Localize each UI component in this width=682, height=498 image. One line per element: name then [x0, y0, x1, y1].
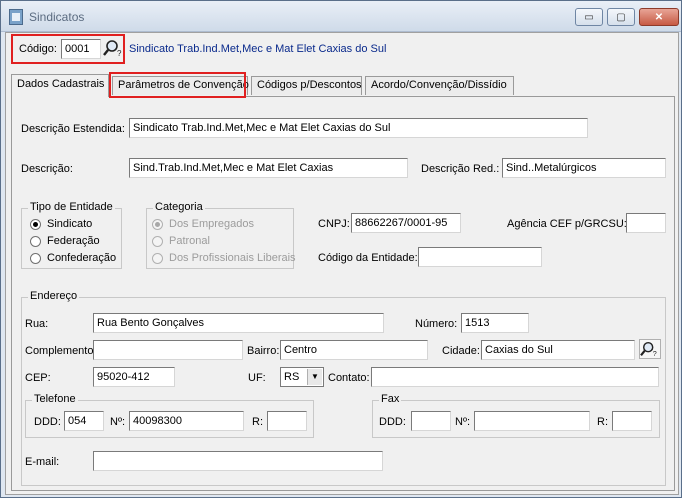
fax-numero-label: Nº: [455, 416, 471, 428]
chevron-down-icon: ▼ [307, 369, 322, 385]
telefone-numero-label: Nº: [110, 416, 126, 428]
categoria-legend: Categoria [153, 201, 205, 214]
email-label: E-mail: [25, 456, 60, 468]
codigo-search-button[interactable]: ? [103, 38, 125, 58]
numero-input[interactable]: 1513 [461, 313, 529, 333]
rua-label: Rua: [25, 318, 49, 330]
complemento-input[interactable] [93, 340, 243, 360]
telefone-ramal-input[interactable] [267, 411, 307, 431]
fax-ddd-input[interactable] [411, 411, 451, 431]
cnpj-input[interactable]: 88662267/0001-95 [351, 213, 461, 233]
bairro-label: Bairro: [247, 345, 280, 357]
descricao-estendida-label: Descrição Estendida: [21, 123, 125, 135]
complemento-label: Complemento: [25, 345, 97, 357]
cidade-label: Cidade: [442, 345, 480, 357]
cidade-search-button[interactable]: ? [639, 339, 661, 359]
telefone-ddd-input[interactable]: 054 [64, 411, 104, 431]
fax-ramal-label: R: [597, 416, 608, 428]
parametros-tab-highlight-box [109, 72, 246, 98]
magnifier-icon: ? [103, 40, 122, 58]
agencia-cef-label: Agência CEF p/GRCSU: [507, 218, 627, 230]
close-icon: ✕ [654, 11, 664, 23]
radio-sindicato[interactable] [30, 219, 41, 230]
radio-profissionais-liberais[interactable] [152, 253, 163, 264]
codigo-entidade-label: Código da Entidade: [318, 252, 418, 264]
bairro-input[interactable]: Centro [280, 340, 428, 360]
close-button[interactable]: ✕ [639, 8, 679, 26]
window-client-area: Código: 0001 ? Sindicato Trab.Ind.Met,Me… [5, 32, 679, 495]
tipo-entidade-legend: Tipo de Entidade [28, 201, 115, 214]
numero-label: Número: [415, 318, 458, 330]
radio-profissionais-liberais-label: Dos Profissionais Liberais [169, 252, 296, 264]
dados-cadastrais-page: Descrição Estendida: Sindicato Trab.Ind.… [11, 96, 675, 491]
contato-label: Contato: [328, 372, 370, 384]
uf-select-value: RS [284, 371, 300, 383]
radio-patronal-label: Patronal [169, 235, 210, 247]
descricao-input[interactable]: Sind.Trab.Ind.Met,Mec e Mat Elet Caxias [129, 158, 408, 178]
sindicato-name: Sindicato Trab.Ind.Met,Mec e Mat Elet Ca… [129, 43, 387, 55]
uf-select[interactable]: RS ▼ [280, 367, 324, 387]
codigo-input[interactable]: 0001 [61, 39, 101, 59]
minimize-icon: ▭ [584, 11, 594, 23]
telefone-ddd-label: DDD: [34, 416, 61, 428]
endereco-legend: Endereço [28, 290, 80, 303]
title-bar[interactable]: Sindicatos ▭ ▢ ✕ [1, 1, 681, 32]
contato-input[interactable] [371, 367, 659, 387]
telefone-legend: Telefone [32, 393, 78, 406]
telefone-numero-input[interactable]: 40098300 [129, 411, 244, 431]
fax-ddd-label: DDD: [379, 416, 406, 428]
cep-label-visible: CEP: [25, 372, 51, 384]
radio-dos-empregados-label: Dos Empregados [169, 218, 254, 230]
descricao-label: Descrição: [21, 163, 73, 175]
sindicatos-window: Sindicatos ▭ ▢ ✕ Código: 0001 ? Sindicat… [0, 0, 682, 498]
maximize-button[interactable]: ▢ [607, 8, 635, 26]
svg-text:?: ? [117, 49, 122, 58]
radio-sindicato-label: Sindicato [47, 218, 93, 230]
codigo-label: Código: [19, 43, 57, 55]
radio-confederacao[interactable] [30, 253, 41, 264]
maximize-icon: ▢ [616, 11, 626, 23]
magnifier-icon: ? [640, 341, 657, 358]
app-icon [9, 9, 23, 25]
email-input[interactable] [93, 451, 383, 471]
fax-legend: Fax [379, 393, 402, 406]
minimize-button[interactable]: ▭ [575, 8, 603, 26]
radio-federacao[interactable] [30, 236, 41, 247]
tab-acordo-convencao[interactable]: Acordo/Convenção/Dissídio [365, 76, 514, 95]
telefone-ramal-label: R: [252, 416, 263, 428]
cnpj-label: CNPJ: [318, 218, 350, 230]
radio-patronal[interactable] [152, 236, 163, 247]
codigo-entidade-input[interactable] [418, 247, 542, 267]
descricao-red-input[interactable]: Sind..Metalúrgicos [502, 158, 666, 178]
uf-label: UF: [248, 372, 266, 384]
agencia-cef-input[interactable] [626, 213, 666, 233]
window-title: Sindicatos [29, 10, 85, 24]
radio-confederacao-label: Confederação [47, 252, 117, 264]
cep-input[interactable]: 95020-412 [93, 367, 175, 387]
fax-ramal-input[interactable] [612, 411, 652, 431]
radio-federacao-label: Federação [47, 235, 100, 247]
descricao-estendida-input[interactable]: Sindicato Trab.Ind.Met,Mec e Mat Elet Ca… [129, 118, 588, 138]
rua-input[interactable]: Rua Bento Gonçalves [93, 313, 384, 333]
tab-codigos-descontos[interactable]: Códigos p/Descontos [251, 76, 362, 95]
descricao-red-label: Descrição Red.: [421, 163, 500, 175]
svg-text:?: ? [653, 349, 657, 358]
tab-dados-cadastrais[interactable]: Dados Cadastrais [11, 74, 109, 97]
cidade-input[interactable]: Caxias do Sul [481, 340, 635, 360]
fax-numero-input[interactable] [474, 411, 590, 431]
radio-dos-empregados[interactable] [152, 219, 163, 230]
